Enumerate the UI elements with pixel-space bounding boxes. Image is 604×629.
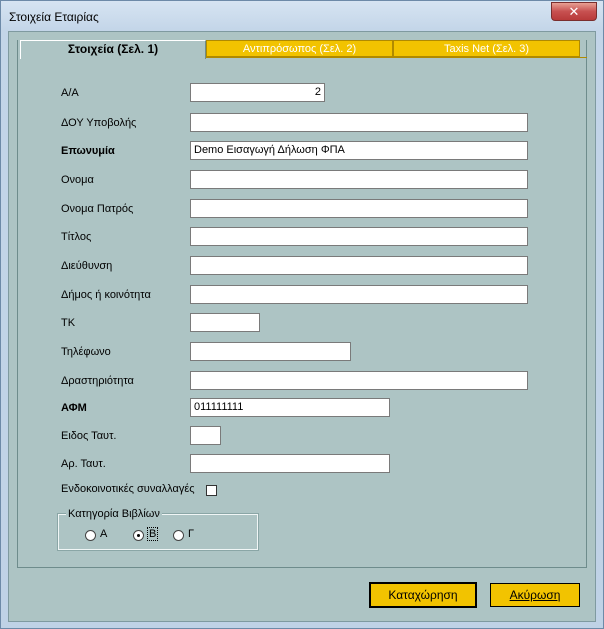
tilefono-label: Τηλέφωνο — [61, 346, 111, 358]
dimos-label: Δήμος ή κοινότητα — [61, 289, 151, 301]
ar-taut-field[interactable] — [190, 454, 390, 473]
radio-category-a-label: Α — [100, 528, 108, 540]
radio-category-b-label: Β — [147, 527, 159, 541]
eponymia-label: Επωνυμία — [61, 145, 115, 157]
eidos-taut-field[interactable] — [190, 426, 221, 445]
doy-label: ΔΟΥ Υποβολής — [61, 117, 137, 129]
dieuthinsi-field[interactable] — [190, 256, 528, 275]
close-button[interactable]: ✕ — [551, 2, 597, 21]
onoma-patros-label: Ονομα Πατρός — [61, 203, 134, 215]
window-title: Στοιχεία Εταιρίας — [9, 10, 99, 24]
onoma-patros-field[interactable] — [190, 199, 528, 218]
dieuthinsi-label: Διεύθυνση — [61, 260, 113, 272]
radio-category-g[interactable] — [173, 530, 184, 541]
dialog-window: Στοιχεία Εταιρίας ✕ Στοιχεία (Σελ. 1) Αν… — [0, 0, 604, 629]
radio-category-a[interactable] — [85, 530, 96, 541]
books-category-label: Κατηγορία Βιβλίων — [66, 508, 162, 520]
drastiriotita-label: Δραστηριότητα — [61, 375, 134, 387]
endokoinotikes-checkbox[interactable] — [206, 485, 217, 496]
tab-taxis-net[interactable]: Taxis Net (Σελ. 3) — [393, 40, 580, 57]
titlos-field[interactable] — [190, 227, 528, 246]
aa-label: Α/Α — [61, 87, 79, 99]
afm-field[interactable]: 011111111 — [190, 398, 390, 417]
onoma-field[interactable] — [190, 170, 528, 189]
aa-field[interactable]: 2 — [190, 83, 325, 102]
eponymia-field[interactable]: Demo Εισαγωγή Δήλωση ΦΠΑ — [190, 141, 528, 160]
title-bar[interactable]: Στοιχεία Εταιρίας ✕ — [1, 1, 603, 31]
dimos-field[interactable] — [190, 285, 528, 304]
radio-selected-dot — [137, 534, 140, 537]
save-button[interactable]: Καταχώρηση — [369, 582, 477, 608]
radio-category-g-label: Γ — [188, 528, 195, 540]
onoma-label: Ονομα — [61, 174, 94, 186]
tk-label: ΤΚ — [61, 317, 76, 329]
tab-underline — [206, 57, 587, 58]
dialog-body: Στοιχεία (Σελ. 1) Αντιπρόσωπος (Σελ. 2) … — [8, 31, 596, 622]
afm-label: ΑΦΜ — [61, 402, 87, 414]
radio-category-b[interactable] — [133, 530, 144, 541]
close-icon: ✕ — [568, 4, 580, 19]
eidos-taut-label: Ειδος Ταυτ. — [61, 430, 117, 442]
drastiriotita-field[interactable] — [190, 371, 528, 390]
tab-representative[interactable]: Αντιπρόσωπος (Σελ. 2) — [206, 40, 393, 57]
endokoinotikes-label: Ενδοκοινοτικές συναλλαγές — [61, 483, 195, 495]
cancel-button[interactable]: Ακύρωση — [490, 583, 580, 607]
tilefono-field[interactable] — [190, 342, 351, 361]
titlos-label: Τίτλος — [61, 231, 92, 243]
ar-taut-label: Αρ. Ταυτ. — [61, 458, 106, 470]
doy-field[interactable] — [190, 113, 528, 132]
tk-field[interactable] — [190, 313, 260, 332]
tab-details[interactable]: Στοιχεία (Σελ. 1) — [20, 40, 206, 59]
